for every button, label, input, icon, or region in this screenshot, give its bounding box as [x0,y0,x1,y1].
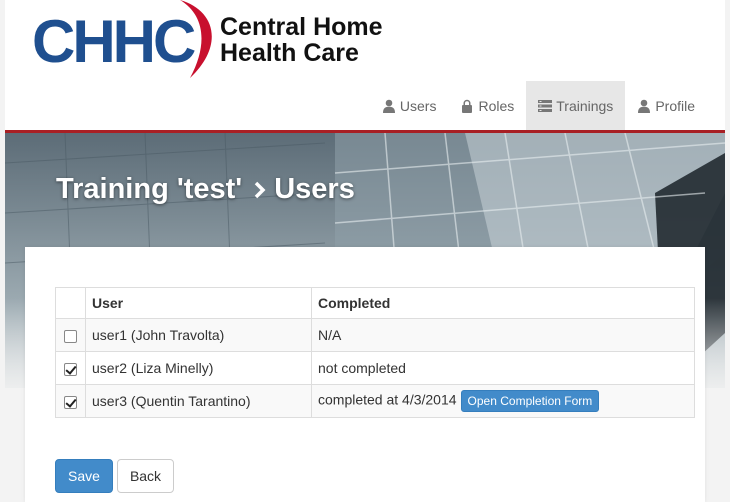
logo-mark-text: CHHC [32,8,195,75]
logo-name-line2: Health Care [220,39,359,67]
table-header-select [55,287,86,319]
completed-cell: completed at 4/3/2014 Open Completion For… [311,384,695,418]
header: CHHC Central Home Health Care Users Role… [5,0,725,130]
open-completion-form-button[interactable]: Open Completion Form [460,390,600,412]
nav-item-label: Users [399,97,437,114]
user-cell: user1 (John Travolta) [85,318,312,352]
user-cell: user2 (Liza Minelly) [85,351,312,385]
table-header-row: User Completed [55,287,695,319]
page-title-training: Training 'test' [56,173,243,205]
chevron-right-icon [254,181,266,199]
page-title-section: Users [274,173,355,205]
row-checkbox[interactable] [64,395,77,409]
user-cell: user3 (Quentin Tarantino) [85,384,312,418]
main-nav: Users Roles Trainings Profile [370,81,707,130]
nav-item-label: Trainings [556,97,614,114]
row-checkbox[interactable] [64,329,77,343]
completed-cell: N/A [311,318,695,352]
logo-text: Central Home Health Care [220,14,383,66]
nav-item-users[interactable]: Users [370,81,449,130]
logo[interactable]: CHHC Central Home Health Care [30,0,410,80]
nav-item-profile[interactable]: Profile [625,81,707,130]
row-select-cell [55,318,86,352]
users-table: User Completed user1 (John Travolta) N/A… [55,287,695,418]
save-button[interactable]: Save [55,459,113,493]
nav-item-label: Roles [478,97,515,114]
row-checkbox[interactable] [64,362,77,376]
user-icon [382,99,396,113]
row-select-cell [55,351,86,385]
user-icon [637,99,651,113]
table-header-completed: Completed [311,287,695,319]
page-title: Training 'test' Users [56,173,355,206]
completed-cell: not completed [311,351,695,385]
table-header-user: User [85,287,312,319]
page: CHHC Central Home Health Care Users Role… [0,0,730,502]
logo-mark: CHHC [32,0,212,78]
logo-name-line1: Central Home [220,13,383,41]
table-row: user2 (Liza Minelly) not completed [55,351,695,385]
completed-text: completed at 4/3/2014 [318,391,457,408]
table-row: user1 (John Travolta) N/A [55,318,695,352]
list-icon [538,99,553,113]
content-card: User Completed user1 (John Travolta) N/A… [25,247,705,502]
table-row: user3 (Quentin Tarantino) completed at 4… [55,384,695,418]
nav-item-label: Profile [655,97,695,114]
lock-icon [460,99,474,113]
nav-item-trainings[interactable]: Trainings [526,81,626,130]
row-select-cell [55,384,86,418]
nav-item-roles[interactable]: Roles [448,81,526,130]
back-button[interactable]: Back [117,459,174,493]
